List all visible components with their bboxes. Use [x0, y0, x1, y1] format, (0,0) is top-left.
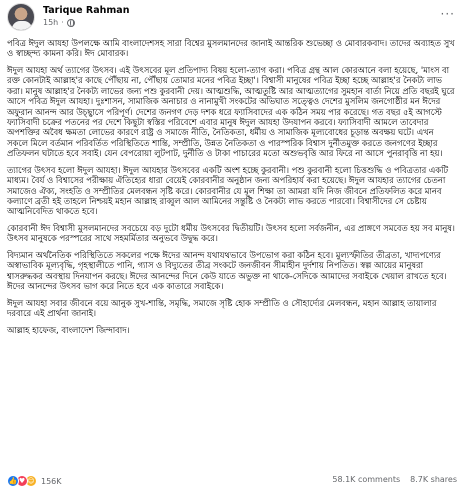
- post-header: Tarique Rahman 15h · ···: [7, 3, 457, 33]
- reaction-count: 156K: [41, 476, 62, 486]
- post-footer: 👍 ♥ ☺ 156K 58.1K comments 8.7K shares: [7, 474, 457, 490]
- post-body: পবিত্র ঈদুল আযহা উপলক্ষে আমি বাংলাদেশসহ …: [7, 38, 457, 341]
- post-paragraph: কোরবানী ঈদ বিশ্বাসী মুসলমানদের সবচেয়ে ব…: [7, 223, 455, 244]
- comments-count[interactable]: 58.1K comments: [332, 475, 400, 484]
- post-paragraph: ঈদুল আযহা অর্থ ত্যাগের উৎসব। এই উৎসবের ম…: [7, 65, 455, 159]
- post-time[interactable]: 15h: [43, 18, 58, 27]
- post-paragraph: ঈদুল আযহা সবার জীবনে বয়ে আনুক সুখ-শান্ত…: [7, 297, 437, 319]
- author-name[interactable]: Tarique Rahman: [43, 5, 129, 16]
- more-options-icon[interactable]: ···: [441, 7, 455, 21]
- post-stats: 58.1K comments 8.7K shares: [332, 475, 457, 484]
- post-paragraph: ত্যাগের উৎসব হলো ঈদুল আযহা। ঈদুল আযহার উ…: [7, 164, 449, 217]
- meta-separator: ·: [61, 18, 64, 27]
- post-paragraph: বিদ্যমান অর্থনৈতিক পরিস্থিতিতে সকলের পক্…: [7, 250, 447, 292]
- shares-count[interactable]: 8.7K shares: [410, 475, 457, 484]
- like-reaction-icon: 👍: [7, 475, 19, 487]
- post-paragraph: আল্লাহ হাফেজ, বাংলাদেশ জিন্দাবাদ।: [7, 324, 130, 335]
- globe-icon: [66, 18, 75, 27]
- reactions-summary[interactable]: 👍 ♥ ☺ 156K: [7, 475, 62, 487]
- facebook-post: Tarique Rahman 15h · ··· পবিত্র ঈদুল আযহ…: [0, 0, 464, 492]
- avatar[interactable]: [7, 3, 35, 31]
- post-meta: 15h ·: [43, 18, 75, 27]
- post-paragraph: পবিত্র ঈদুল আযহা উপলক্ষে আমি বাংলাদেশসহ …: [7, 38, 455, 59]
